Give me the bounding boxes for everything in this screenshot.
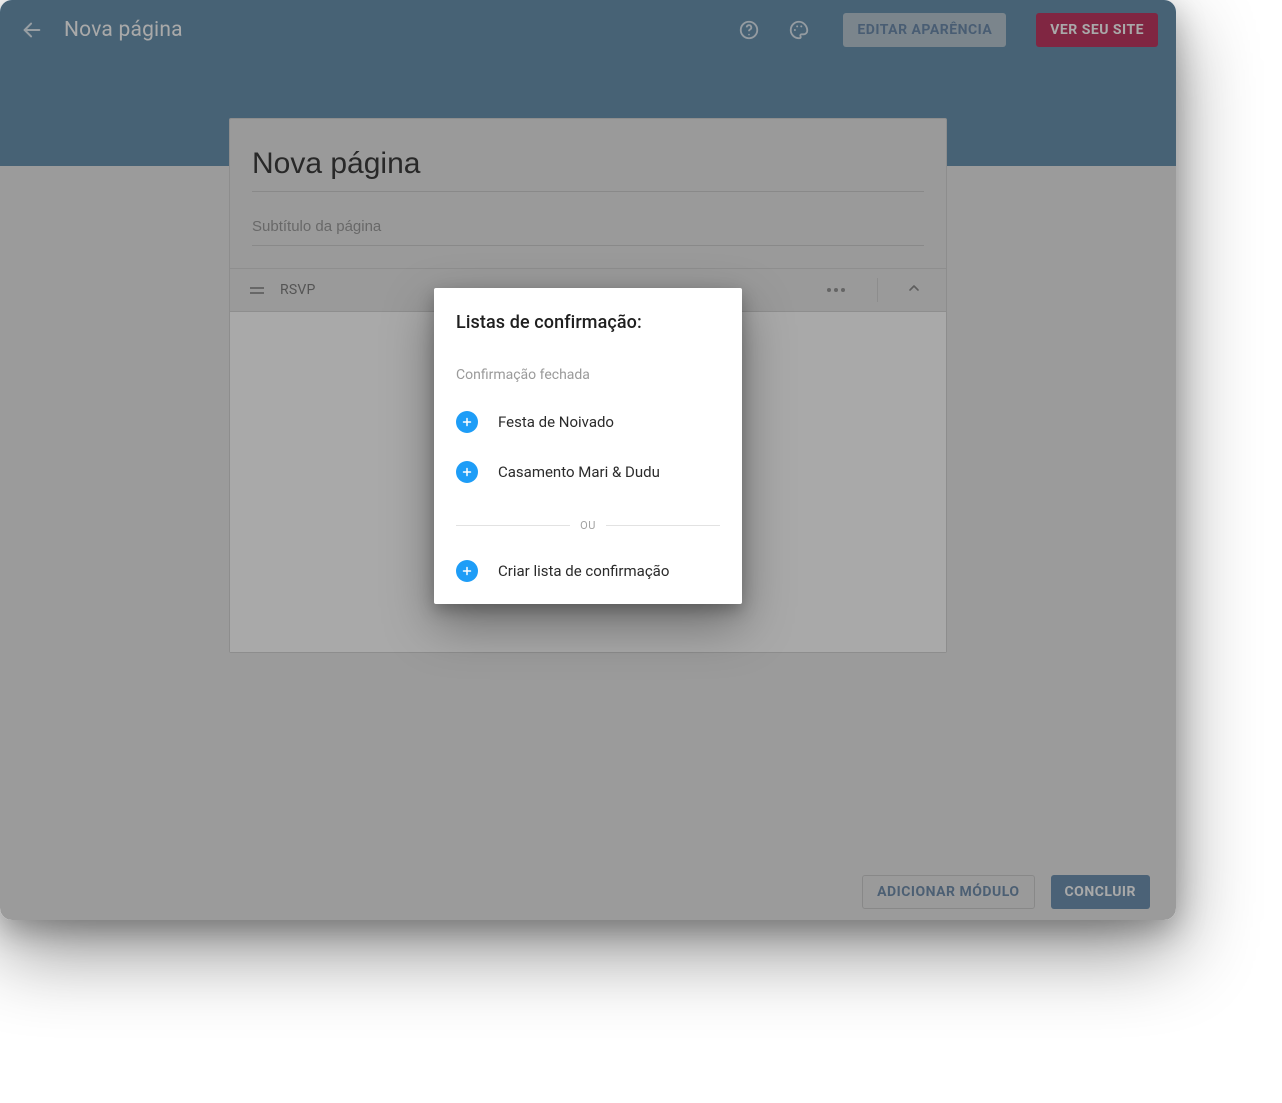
appearance-icon-button[interactable] xyxy=(783,14,815,46)
module-label: RSVP xyxy=(280,282,316,298)
divider xyxy=(877,278,878,302)
help-icon xyxy=(738,19,760,41)
page-subtitle-input[interactable] xyxy=(252,212,924,246)
app-window: Nova página EDITAR APARÊNCIA VER SEU SIT… xyxy=(0,0,1176,920)
page-title-input[interactable] xyxy=(252,143,924,191)
drag-handle-icon[interactable] xyxy=(250,287,264,294)
chevron-up-icon xyxy=(906,280,922,296)
create-list-option[interactable]: Criar lista de confirmação xyxy=(456,560,720,582)
confirmation-list-modal: Listas de confirmação: Confirmação fecha… xyxy=(434,288,742,604)
modal-title: Listas de confirmação: xyxy=(456,312,720,333)
list-option[interactable]: Festa de Noivado xyxy=(456,411,720,433)
list-option-label: Casamento Mari & Dudu xyxy=(498,463,660,481)
module-more-button[interactable] xyxy=(819,282,853,298)
add-icon xyxy=(456,411,478,433)
module-collapse-button[interactable] xyxy=(902,276,926,304)
divider xyxy=(252,191,924,192)
edit-appearance-button[interactable]: EDITAR APARÊNCIA xyxy=(843,13,1006,47)
arrow-left-icon xyxy=(21,19,43,41)
list-option[interactable]: Casamento Mari & Dudu xyxy=(456,461,720,483)
page-title: Nova página xyxy=(64,18,183,42)
toolbar: Nova página EDITAR APARÊNCIA VER SEU SIT… xyxy=(0,0,1176,60)
list-option-label: Festa de Noivado xyxy=(498,413,614,431)
palette-icon xyxy=(788,19,810,41)
or-label: OU xyxy=(580,519,596,532)
create-list-label: Criar lista de confirmação xyxy=(498,562,669,580)
or-divider: OU xyxy=(456,519,720,532)
add-module-button[interactable]: ADICIONAR MÓDULO xyxy=(862,875,1034,909)
footer: ADICIONAR MÓDULO CONCLUIR xyxy=(0,864,1176,920)
view-site-button[interactable]: VER SEU SITE xyxy=(1036,13,1158,47)
back-button[interactable] xyxy=(18,16,46,44)
help-button[interactable] xyxy=(733,14,765,46)
add-icon xyxy=(456,560,478,582)
done-button[interactable]: CONCLUIR xyxy=(1051,875,1151,909)
add-icon xyxy=(456,461,478,483)
confirmation-closed-label: Confirmação fechada xyxy=(456,367,720,383)
